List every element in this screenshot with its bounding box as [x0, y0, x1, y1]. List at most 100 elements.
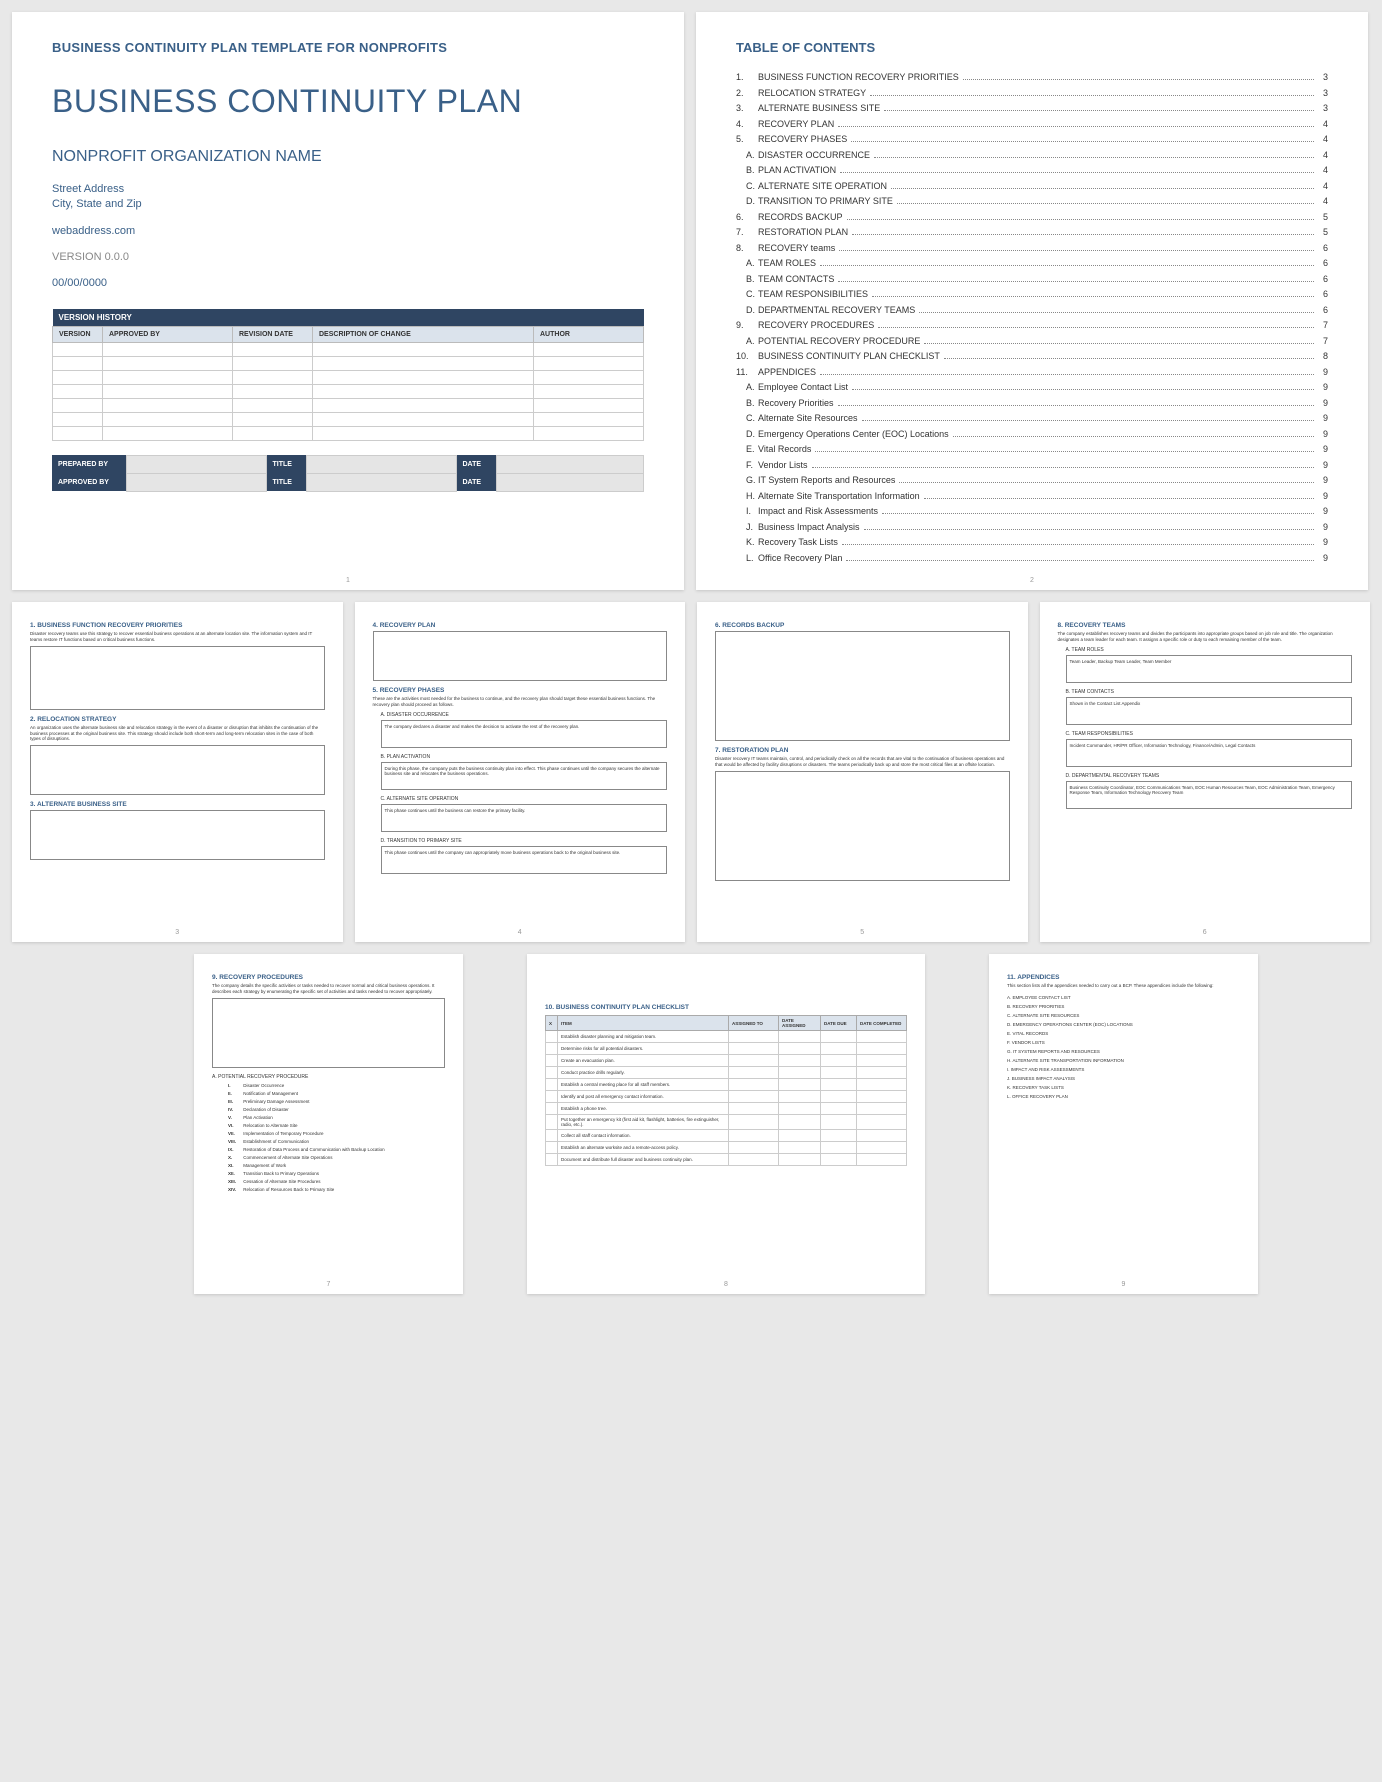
toc-entry[interactable]: B.TEAM CONTACTS6 [736, 273, 1328, 287]
sec5c-box[interactable]: This phase continues until the business … [381, 804, 668, 832]
sec5d-box[interactable]: This phase continues until the company c… [381, 846, 668, 874]
toc-entry[interactable]: D.DEPARTMENTAL RECOVERY TEAMS6 [736, 304, 1328, 318]
toc-entry[interactable]: D.TRANSITION TO PRIMARY SITE4 [736, 195, 1328, 209]
page-6: 8. RECOVERY TEAMS The company establishe… [1040, 602, 1371, 942]
sec8d-title: D. DEPARTMENTAL RECOVERY TEAMS [1066, 773, 1353, 779]
sec7-box[interactable] [715, 771, 1010, 881]
sec1-box[interactable] [30, 646, 325, 710]
sig-date2: DATE [456, 473, 496, 491]
checklist-row[interactable]: Determine risks for all potential disast… [546, 1043, 907, 1055]
toc-entry[interactable]: 2.RELOCATION STRATEGY3 [736, 87, 1328, 101]
toc-entry[interactable]: B.Recovery Priorities9 [736, 397, 1328, 411]
page-number: 5 [860, 929, 864, 936]
toc-entry[interactable]: C.TEAM RESPONSIBILITIES6 [736, 288, 1328, 302]
toc-entry[interactable]: A.POTENTIAL RECOVERY PROCEDURE7 [736, 335, 1328, 349]
toc-entry[interactable]: 10.BUSINESS CONTINUITY PLAN CHECKLIST8 [736, 350, 1328, 364]
doc-date: 00/00/0000 [52, 277, 644, 289]
sec5c-title: C. ALTERNATE SITE OPERATION [381, 796, 668, 802]
sec5a-box[interactable]: The company declares a disaster and make… [381, 720, 668, 748]
toc-entry[interactable]: 1.BUSINESS FUNCTION RECOVERY PRIORITIES3 [736, 71, 1328, 85]
page-toc: TABLE OF CONTENTS 1.BUSINESS FUNCTION RE… [696, 12, 1368, 590]
sec3-box[interactable] [30, 810, 325, 860]
checklist-row[interactable]: Establish a phone tree. [546, 1103, 907, 1115]
vh-col-revdate: REVISION DATE [233, 326, 313, 342]
procedure-step: III. Preliminary Damage Assessment [228, 1099, 445, 1104]
sec8b-box[interactable]: Shown in the Contact List Appendix [1066, 697, 1353, 725]
toc-entry[interactable]: C.Alternate Site Resources9 [736, 412, 1328, 426]
sec8a-box[interactable]: Team Leader, Backup Team Leader, Team Me… [1066, 655, 1353, 683]
sec8d-box[interactable]: Business Continuity Coordinator, EOC Com… [1066, 781, 1353, 809]
checklist-row[interactable]: Create an evacuation plan. [546, 1055, 907, 1067]
toc-entry[interactable]: K.Recovery Task Lists9 [736, 536, 1328, 550]
checklist-row[interactable]: Collect all staff contact information. [546, 1130, 907, 1142]
sec4-box[interactable] [373, 631, 668, 681]
sec8c-box[interactable]: Incident Commander, HR/PR Officer, Infor… [1066, 739, 1353, 767]
toc-entry[interactable]: I.Impact and Risk Assessments9 [736, 505, 1328, 519]
appendix-list: A. EMPLOYEE CONTACT LIST B. RECOVERY PRIO… [1007, 995, 1240, 1099]
procedure-step: XIV. Relocation of Resources Back to Pri… [228, 1187, 445, 1192]
sec2-box[interactable] [30, 745, 325, 795]
procedure-step: I. Disaster Occurrence [228, 1083, 445, 1088]
sig-appr-cell[interactable] [126, 473, 266, 491]
sig-date2-cell[interactable] [496, 473, 644, 491]
toc-entry[interactable]: D.Emergency Operations Center (EOC) Loca… [736, 428, 1328, 442]
sec5b-box[interactable]: During this phase, the company puts the … [381, 762, 668, 790]
appendix-item: E. VITAL RECORDS [1007, 1031, 1240, 1036]
toc-entry[interactable]: E.Vital Records9 [736, 443, 1328, 457]
addr-line1: Street Address [52, 182, 644, 197]
sig-title2-cell[interactable] [306, 473, 456, 491]
vh-col-desc: DESCRIPTION OF CHANGE [313, 326, 534, 342]
toc-entry[interactable]: 7.RESTORATION PLAN5 [736, 226, 1328, 240]
toc-entry[interactable]: 5.RECOVERY PHASES4 [736, 133, 1328, 147]
toc-entry[interactable]: L.Office Recovery Plan9 [736, 552, 1328, 566]
checklist-row[interactable]: Establish an alternate worksite and a re… [546, 1142, 907, 1154]
sec5b-title: B. PLAN ACTIVATION [381, 754, 668, 760]
toc-entry[interactable]: 8.RECOVERY teams6 [736, 242, 1328, 256]
page-number: 8 [724, 1281, 728, 1288]
checklist-row[interactable]: Identify and post all emergency contact … [546, 1091, 907, 1103]
toc-entry[interactable]: G.IT System Reports and Resources9 [736, 474, 1328, 488]
checklist-row[interactable]: Document and distribute full disaster an… [546, 1154, 907, 1166]
vh-title: VERSION HISTORY [53, 309, 644, 327]
toc-entry[interactable]: 9.RECOVERY PROCEDURES7 [736, 319, 1328, 333]
toc-entry[interactable]: A.TEAM ROLES6 [736, 257, 1328, 271]
checklist-row[interactable]: Conduct practice drills regularly. [546, 1067, 907, 1079]
sec7-desc: Disaster recovery IT teams maintain, con… [715, 756, 1010, 768]
page-number: 1 [346, 577, 350, 584]
toc-entry[interactable]: A.Employee Contact List9 [736, 381, 1328, 395]
sec6-box[interactable] [715, 631, 1010, 741]
address: Street Address City, State and Zip [52, 182, 644, 213]
version-history-table: VERSION HISTORY VERSION APPROVED BY REVI… [52, 309, 644, 441]
page-8: 10. BUSINESS CONTINUITY PLAN CHECKLIST X… [527, 954, 925, 1294]
procedure-step: X. Commencement of Alternate Site Operat… [228, 1155, 445, 1160]
toc-entry[interactable]: H.Alternate Site Transportation Informat… [736, 490, 1328, 504]
appendix-item: F. VENDOR LISTS [1007, 1040, 1240, 1045]
sig-prep-cell[interactable] [126, 455, 266, 473]
toc-entry[interactable]: F.Vendor Lists9 [736, 459, 1328, 473]
sig-title1: TITLE [266, 455, 306, 473]
toc-entry[interactable]: J.Business Impact Analysis9 [736, 521, 1328, 535]
appendix-item: B. RECOVERY PRIORITIES [1007, 1004, 1240, 1009]
toc-entry[interactable]: 3.ALTERNATE BUSINESS SITE3 [736, 102, 1328, 116]
sig-date1-cell[interactable] [496, 455, 644, 473]
template-header: BUSINESS CONTINUITY PLAN TEMPLATE FOR NO… [52, 40, 644, 55]
checklist-row[interactable]: Establish a central meeting place for al… [546, 1079, 907, 1091]
toc-entry[interactable]: C.ALTERNATE SITE OPERATION4 [736, 180, 1328, 194]
toc-entry[interactable]: 4.RECOVERY PLAN4 [736, 118, 1328, 132]
sig-title1-cell[interactable] [306, 455, 456, 473]
page-7: 9. RECOVERY PROCEDURES The company detai… [194, 954, 463, 1294]
toc-entry[interactable]: 6.RECORDS BACKUP5 [736, 211, 1328, 225]
sec5-title: 5. RECOVERY PHASES [373, 687, 668, 694]
sec11-title: 11. APPENDICES [1007, 974, 1240, 981]
sec9-box[interactable] [212, 998, 445, 1068]
checklist-row[interactable]: Put together an emergency kit (first aid… [546, 1115, 907, 1130]
sec1-title: 1. BUSINESS FUNCTION RECOVERY PRIORITIES [30, 622, 325, 629]
appendix-item: A. EMPLOYEE CONTACT LIST [1007, 995, 1240, 1000]
toc-title: TABLE OF CONTENTS [736, 40, 1328, 55]
toc-entry[interactable]: A.DISASTER OCCURRENCE4 [736, 149, 1328, 163]
appendix-item: D. EMERGENCY OPERATIONS CENTER (EOC) LOC… [1007, 1022, 1240, 1027]
checklist-row[interactable]: Establish disaster planning and mitigati… [546, 1031, 907, 1043]
toc-entry[interactable]: B.PLAN ACTIVATION4 [736, 164, 1328, 178]
procedure-step: XIII. Cessation of Alternate Site Proced… [228, 1179, 445, 1184]
toc-entry[interactable]: 11.APPENDICES9 [736, 366, 1328, 380]
